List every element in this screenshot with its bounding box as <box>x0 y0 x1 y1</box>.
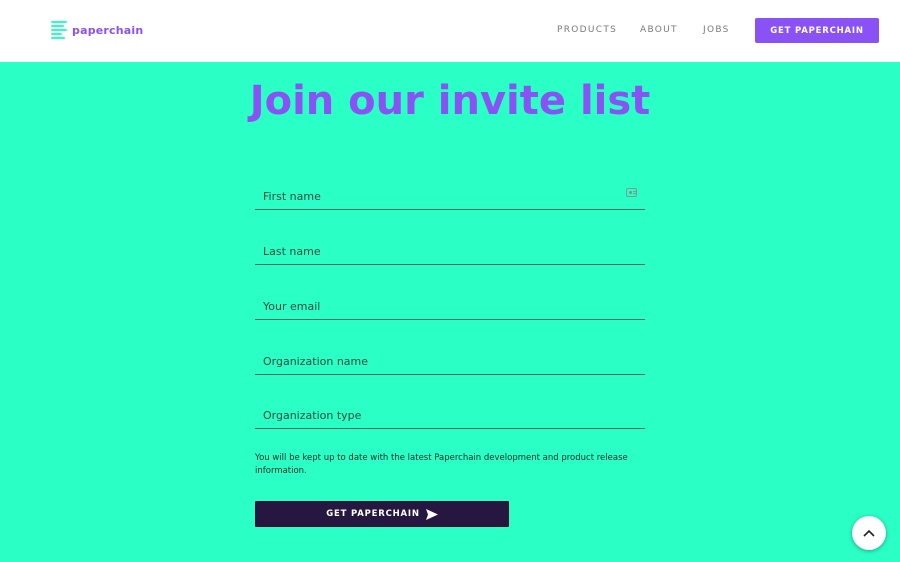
contact-card-icon[interactable] <box>626 188 637 197</box>
first-name-field <box>255 176 645 210</box>
organization-type-input[interactable] <box>255 395 645 428</box>
organization-type-field <box>255 395 645 429</box>
nav-about[interactable]: ABOUT <box>640 25 678 35</box>
last-name-input[interactable] <box>255 231 645 264</box>
nav-jobs[interactable]: JOBS <box>703 25 730 35</box>
last-name-field <box>255 231 645 265</box>
get-paperchain-header-button[interactable]: GET PAPERCHAIN <box>755 18 879 43</box>
submit-label: GET PAPERCHAIN <box>326 509 420 519</box>
brand-logo[interactable]: paperchain <box>51 21 143 39</box>
chevron-up-icon <box>863 529 875 537</box>
brand-name: paperchain <box>72 23 144 37</box>
organization-name-field <box>255 341 645 375</box>
nav-products[interactable]: PRODUCTS <box>557 25 617 35</box>
paperchain-logo-icon <box>51 21 67 39</box>
organization-name-input[interactable] <box>255 341 645 374</box>
first-name-input[interactable] <box>255 176 645 209</box>
scroll-to-top-button[interactable] <box>852 516 886 550</box>
send-icon <box>425 508 438 520</box>
email-field <box>255 286 645 320</box>
email-input[interactable] <box>255 286 645 319</box>
get-paperchain-submit-button[interactable]: GET PAPERCHAIN <box>255 501 509 527</box>
page-title: Join our invite list <box>249 78 651 124</box>
disclaimer-text: You will be kept up to date with the lat… <box>255 453 628 476</box>
site-header: paperchain PRODUCTS ABOUT JOBS GET PAPER… <box>0 0 900 62</box>
